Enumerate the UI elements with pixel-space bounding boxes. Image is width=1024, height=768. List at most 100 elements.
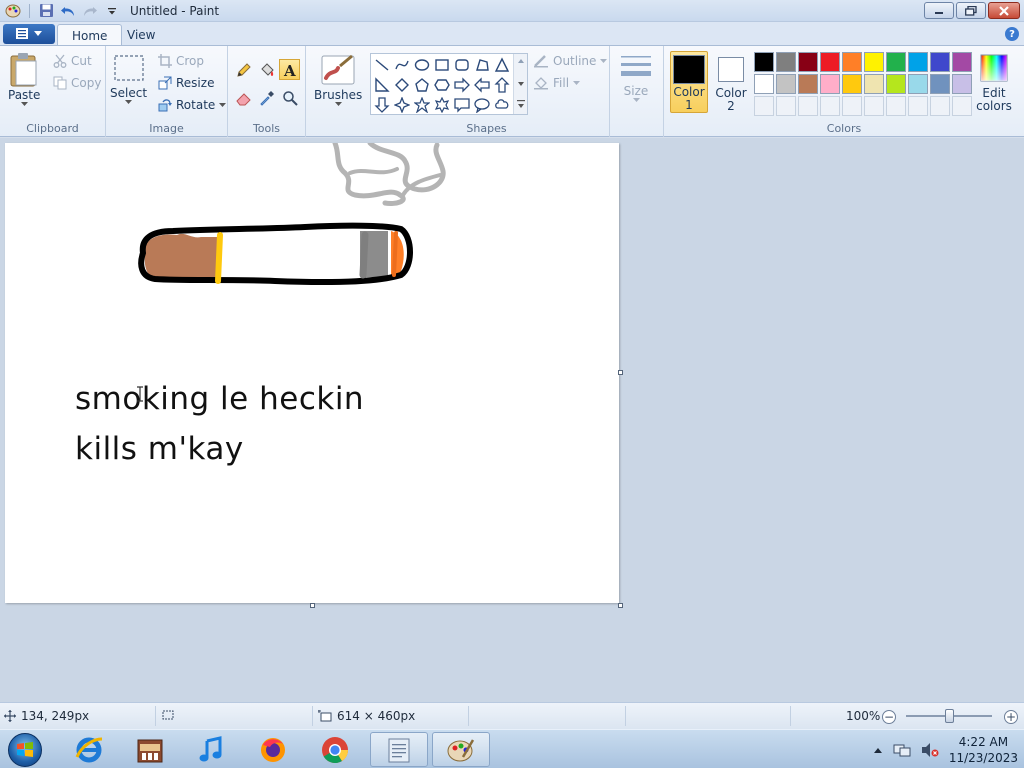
canvas-text-line1[interactable]: smoking le heckin — [75, 381, 364, 417]
maximize-button[interactable] — [956, 2, 986, 19]
custom-color-slot[interactable] — [842, 96, 862, 116]
palette-swatch[interactable] — [930, 52, 950, 72]
zoom-slider-thumb[interactable] — [945, 709, 954, 723]
redo-icon[interactable] — [80, 2, 100, 20]
canvas-resize-handle-corner[interactable] — [618, 603, 623, 608]
custom-color-slot[interactable] — [776, 96, 796, 116]
palette-swatch[interactable] — [820, 74, 840, 94]
copy-button[interactable]: Copy — [53, 76, 101, 90]
custom-color-slot[interactable] — [908, 96, 928, 116]
paint-app-icon[interactable] — [3, 2, 23, 20]
eraser-tool[interactable] — [233, 87, 254, 108]
palette-swatch[interactable] — [864, 52, 884, 72]
custom-color-slot[interactable] — [930, 96, 950, 116]
pencil-tool[interactable] — [233, 59, 254, 80]
media-center-taskbar-icon[interactable] — [121, 732, 179, 767]
edit-colors-button[interactable]: Edit colors — [974, 51, 1014, 113]
cloud-callout-shape-icon[interactable] — [492, 95, 512, 115]
custom-color-slot[interactable] — [798, 96, 818, 116]
rotate-button[interactable]: Rotate — [158, 98, 227, 112]
fill-tool[interactable] — [256, 59, 277, 80]
palette-swatch[interactable] — [754, 52, 774, 72]
color2-button[interactable]: Color 2 — [712, 51, 750, 113]
system-clock[interactable]: 4:22 AM 11/23/2023 — [949, 734, 1018, 766]
palette-swatch[interactable] — [864, 74, 884, 94]
color-picker-tool[interactable] — [256, 87, 277, 108]
palette-swatch[interactable] — [776, 74, 796, 94]
up-arrow-shape-icon[interactable] — [492, 75, 512, 95]
custom-color-slot[interactable] — [952, 96, 972, 116]
shapes-scrollbar[interactable] — [513, 54, 527, 114]
outline-button[interactable]: Outline — [533, 54, 608, 68]
oval-shape-icon[interactable] — [412, 55, 432, 75]
brushes-button[interactable]: Brushes — [314, 52, 362, 107]
paste-button[interactable]: Paste — [8, 52, 40, 107]
text-tool[interactable]: A — [279, 59, 300, 80]
palette-swatch[interactable] — [776, 52, 796, 72]
hexagon-shape-icon[interactable] — [432, 75, 452, 95]
palette-swatch[interactable] — [798, 52, 818, 72]
left-arrow-shape-icon[interactable] — [472, 75, 492, 95]
palette-swatch[interactable] — [908, 52, 928, 72]
palette-swatch[interactable] — [842, 52, 862, 72]
rectangle-shape-icon[interactable] — [432, 55, 452, 75]
palette-swatch[interactable] — [952, 74, 972, 94]
music-player-taskbar-icon[interactable] — [182, 732, 240, 767]
volume-muted-icon[interactable] — [921, 742, 939, 758]
custom-color-slot[interactable] — [864, 96, 884, 116]
diamond-shape-icon[interactable] — [392, 75, 412, 95]
size-button[interactable]: Size — [620, 54, 652, 103]
curve-shape-icon[interactable] — [392, 55, 412, 75]
four-point-star-shape-icon[interactable] — [392, 95, 412, 115]
paint-menu-button[interactable] — [3, 24, 55, 44]
chrome-taskbar-icon[interactable] — [306, 732, 364, 767]
palette-swatch[interactable] — [754, 74, 774, 94]
custom-color-slot[interactable] — [754, 96, 774, 116]
pentagon-shape-icon[interactable] — [412, 75, 432, 95]
canvas-resize-handle-bottom[interactable] — [310, 603, 315, 608]
oval-callout-shape-icon[interactable] — [472, 95, 492, 115]
six-point-star-shape-icon[interactable] — [432, 95, 452, 115]
help-icon[interactable]: ? — [1005, 27, 1019, 41]
crop-button[interactable]: Crop — [158, 54, 204, 68]
save-icon[interactable] — [36, 2, 56, 20]
palette-swatch[interactable] — [820, 52, 840, 72]
canvas-resize-handle-right[interactable] — [618, 370, 623, 375]
close-button[interactable] — [988, 2, 1020, 19]
paint-taskbar-icon[interactable] — [432, 732, 490, 767]
network-icon[interactable] — [893, 742, 911, 758]
palette-swatch[interactable] — [886, 74, 906, 94]
undo-icon[interactable] — [58, 2, 78, 20]
customize-qat-icon[interactable] — [102, 2, 122, 20]
canvas-text-line2[interactable]: kills m'kay — [75, 431, 244, 467]
minimize-button[interactable] — [924, 2, 954, 19]
magnifier-tool[interactable] — [279, 87, 300, 108]
right-triangle-shape-icon[interactable] — [372, 75, 392, 95]
rectangular-callout-shape-icon[interactable] — [452, 95, 472, 115]
zoom-out-button[interactable]: − — [882, 710, 896, 724]
palette-swatch[interactable] — [886, 52, 906, 72]
right-arrow-shape-icon[interactable] — [452, 75, 472, 95]
five-point-star-shape-icon[interactable] — [412, 95, 432, 115]
palette-swatch[interactable] — [930, 74, 950, 94]
tab-view[interactable]: View — [113, 24, 169, 46]
triangle-shape-icon[interactable] — [492, 55, 512, 75]
canvas-workspace[interactable]: smoking le heckin kills m'kay — [0, 138, 1024, 702]
internet-explorer-taskbar-icon[interactable] — [60, 732, 118, 767]
palette-swatch[interactable] — [908, 74, 928, 94]
custom-color-slot[interactable] — [820, 96, 840, 116]
tray-expand-icon[interactable] — [873, 746, 883, 754]
palette-swatch[interactable] — [798, 74, 818, 94]
fill-button[interactable]: Fill — [533, 76, 581, 90]
zoom-in-button[interactable]: + — [1004, 710, 1018, 724]
drawing-canvas[interactable]: smoking le heckin kills m'kay — [5, 143, 619, 603]
line-shape-icon[interactable] — [372, 55, 392, 75]
custom-color-slot[interactable] — [886, 96, 906, 116]
palette-swatch[interactable] — [952, 52, 972, 72]
notepad-taskbar-icon[interactable] — [370, 732, 428, 767]
color1-button[interactable]: Color 1 — [670, 51, 708, 113]
resize-button[interactable]: Resize — [158, 76, 214, 90]
select-button[interactable]: Select — [110, 52, 147, 105]
cut-button[interactable]: Cut — [53, 54, 92, 68]
down-arrow-shape-icon[interactable] — [372, 95, 392, 115]
